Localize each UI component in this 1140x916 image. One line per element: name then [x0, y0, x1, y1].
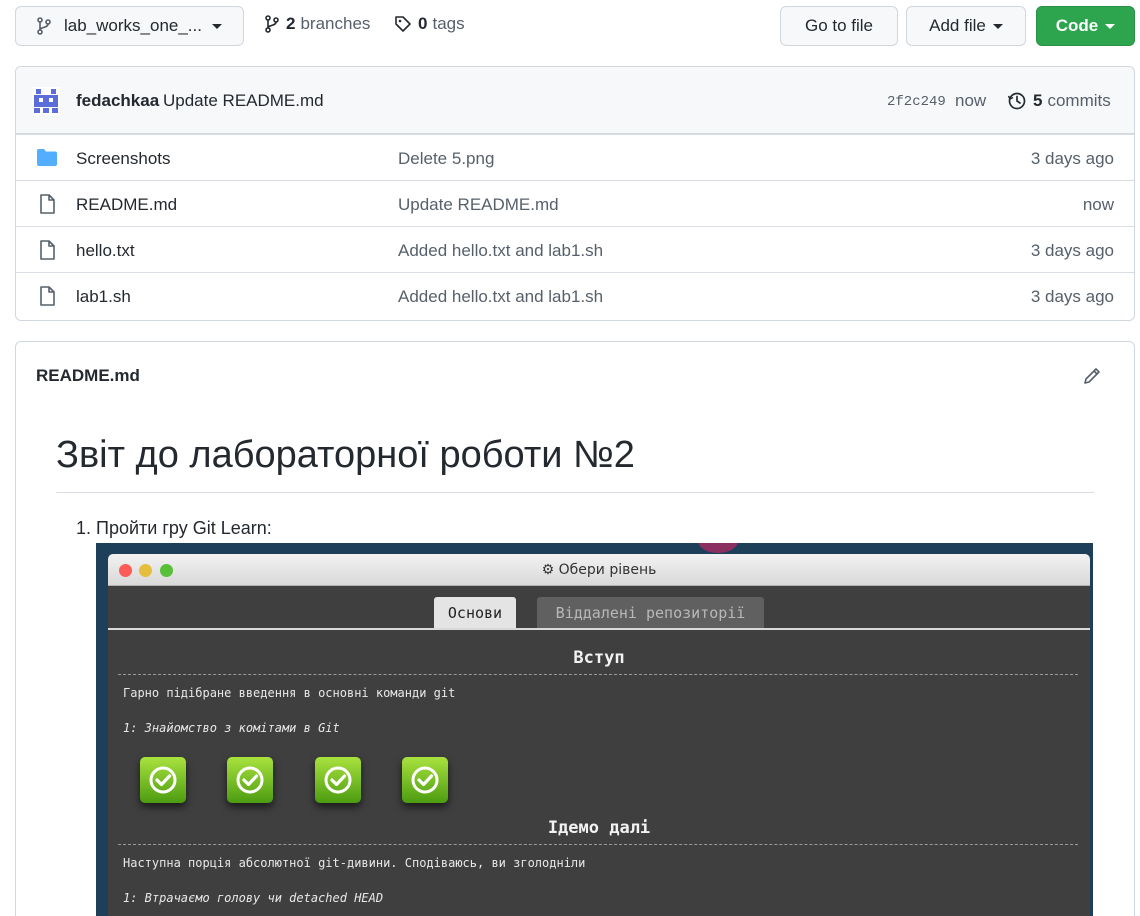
list-item-number: 1.: [76, 518, 92, 538]
commits-label: commits: [1047, 91, 1111, 110]
branches-label: branches: [300, 14, 371, 33]
commit-author-link[interactable]: fedachkaa: [76, 91, 159, 111]
file-icon: [40, 286, 55, 306]
commits-history-link[interactable]: 5 commits: [1007, 91, 1111, 111]
level-label: 1: Втрачаємо голову чи detached HEAD: [123, 891, 384, 905]
code-button[interactable]: Code: [1036, 6, 1135, 46]
level-label: 1: Знайомство з комітами в Git: [123, 721, 340, 735]
branch-icon: [37, 17, 51, 35]
chevron-down-icon: [1105, 23, 1116, 29]
check-icon: [411, 766, 439, 794]
divider: [56, 492, 1094, 493]
file-commit-link[interactable]: Added hello.txt and lab1.sh: [398, 287, 603, 307]
branch-icon: [265, 15, 279, 33]
check-icon: [149, 766, 177, 794]
latest-commit-bar: fedachkaa Update README.md 2f2c249 now 5…: [16, 67, 1134, 134]
commit-time: now: [955, 91, 987, 110]
file-name-link[interactable]: README.md: [76, 195, 177, 215]
section-title: Ідемо далі: [547, 818, 651, 838]
file-commit-link[interactable]: Added hello.txt and lab1.sh: [398, 241, 603, 261]
readme-title: Звіт до лабораторної роботи №2: [56, 434, 635, 476]
file-name-link[interactable]: lab1.sh: [76, 287, 131, 307]
divider: [118, 674, 1078, 675]
branches-count: 2: [286, 14, 296, 33]
file-age: now: [1082, 195, 1114, 214]
file-age: 3 days ago: [1030, 241, 1114, 260]
divider: [118, 844, 1078, 845]
commit-hash-link[interactable]: 2f2c249: [887, 94, 946, 110]
chevron-down-icon: [992, 23, 1003, 29]
level-complete-badge: [140, 757, 186, 803]
add-file-label: Add file: [929, 16, 986, 35]
file-icon: [40, 240, 55, 260]
commits-count: 5: [1033, 91, 1043, 110]
commit-message-link[interactable]: Update README.md: [163, 91, 324, 111]
section-title: Вступ: [573, 648, 625, 668]
folder-icon: [37, 149, 57, 166]
readme-box: README.md Звіт до лабораторної роботи №2…: [15, 341, 1135, 916]
code-label: Code: [1055, 16, 1099, 35]
background-decoration: [698, 543, 738, 553]
file-age: 3 days ago: [1030, 149, 1114, 168]
section-description: Гарно підібране введення в основні коман…: [123, 686, 456, 700]
tags-label: tags: [432, 14, 465, 33]
embedded-screenshot: ⚙ Обери рівень Основи Віддалені репозито…: [96, 543, 1093, 916]
section-description: Наступна порція абсолютної git-дивини. С…: [123, 856, 586, 870]
avatar[interactable]: [32, 87, 60, 115]
check-icon: [236, 766, 264, 794]
level-complete-badge: [315, 757, 361, 803]
readme-header[interactable]: README.md: [36, 366, 140, 386]
file-list-box: fedachkaa Update README.md 2f2c249 now 5…: [15, 66, 1135, 321]
file-row[interactable]: README.md Update README.md now: [16, 180, 1134, 226]
repo-toolbar: lab_works_one_... 2 branches 0 tags Go t…: [0, 0, 1140, 56]
file-row[interactable]: Screenshots Delete 5.png 3 days ago: [16, 134, 1134, 180]
branch-select-button[interactable]: lab_works_one_...: [15, 6, 244, 46]
history-icon: [1007, 92, 1026, 110]
tab-underline: [108, 628, 1090, 630]
add-file-button[interactable]: Add file: [906, 6, 1026, 46]
tag-icon: [395, 16, 411, 32]
file-name-link[interactable]: Screenshots: [76, 149, 171, 169]
file-commit-link[interactable]: Delete 5.png: [398, 149, 494, 169]
branch-name: lab_works_one_...: [64, 16, 202, 35]
window-titlebar: ⚙ Обери рівень: [108, 554, 1090, 586]
file-row[interactable]: lab1.sh Added hello.txt and lab1.sh 3 da…: [16, 272, 1134, 318]
go-to-file-label: Go to file: [804, 16, 874, 35]
check-icon: [324, 766, 352, 794]
file-row[interactable]: hello.txt Added hello.txt and lab1.sh 3 …: [16, 226, 1134, 272]
list-item: 1. Пройти гру Git Learn:: [76, 518, 272, 539]
window-title: ⚙ Обери рівень: [108, 562, 1090, 578]
file-age: 3 days ago: [1030, 287, 1114, 306]
level-complete-badge: [402, 757, 448, 803]
file-icon: [40, 194, 55, 214]
gear-icon: ⚙: [541, 562, 555, 578]
tab-remote: Віддалені репозиторії: [537, 597, 764, 628]
tab-basics: Основи: [434, 597, 516, 628]
chevron-down-icon: [211, 23, 222, 29]
list-item-text: Пройти гру Git Learn:: [96, 518, 272, 538]
window-title-text: Обери рівень: [558, 562, 657, 578]
go-to-file-button[interactable]: Go to file: [780, 6, 898, 46]
branches-link[interactable]: 2 branches: [264, 14, 370, 34]
tags-link[interactable]: 0 tags: [394, 14, 465, 34]
game-window: ⚙ Обери рівень Основи Віддалені репозито…: [108, 554, 1090, 916]
tags-count: 0: [418, 14, 428, 33]
level-complete-badge: [227, 757, 273, 803]
pencil-icon[interactable]: [1082, 366, 1102, 386]
file-commit-link[interactable]: Update README.md: [398, 195, 559, 215]
file-name-link[interactable]: hello.txt: [76, 241, 135, 261]
